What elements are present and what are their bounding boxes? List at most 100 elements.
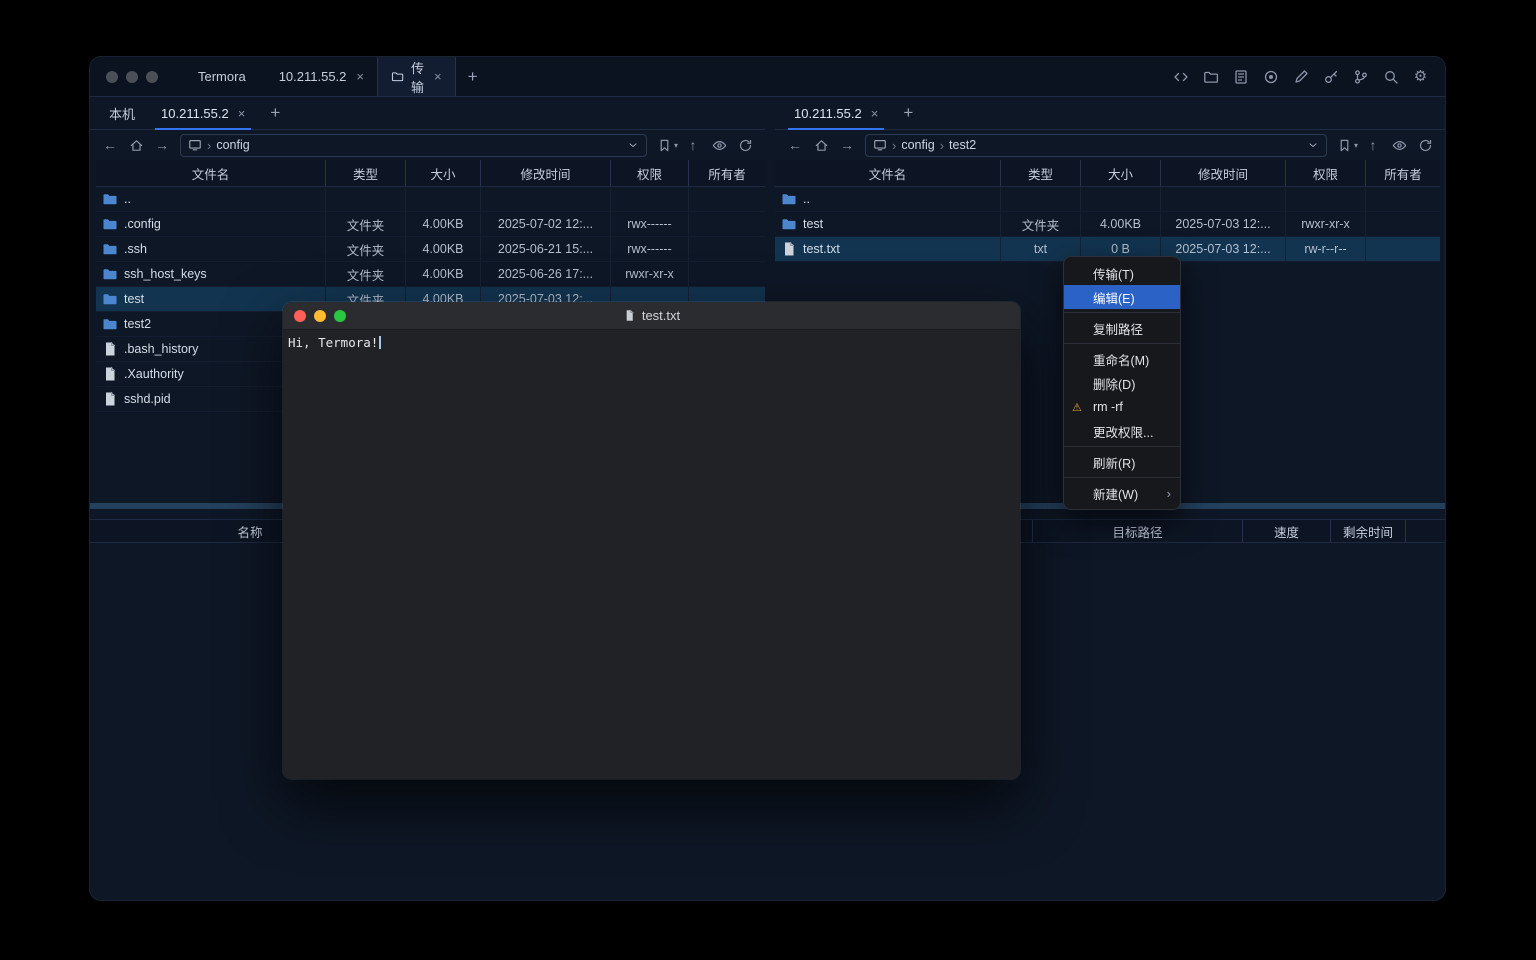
file-type-cell: [1000, 187, 1080, 211]
column-header-3[interactable]: 修改时间: [1160, 160, 1285, 186]
column-header-4[interactable]: 权限: [1285, 160, 1365, 186]
folder-icon: [102, 241, 118, 257]
tab-remote-host[interactable]: 10.211.55.2 ×: [148, 97, 258, 129]
file-perm-cell: rwxr-xr-x: [1285, 212, 1365, 236]
close-icon[interactable]: ×: [434, 70, 442, 83]
menu-separator: [1064, 477, 1180, 478]
transfer-column-header-4[interactable]: 剩余时间: [1330, 520, 1405, 542]
back-icon[interactable]: ←: [98, 133, 122, 157]
chevron-down-icon[interactable]: [1307, 139, 1319, 151]
log-icon[interactable]: [1228, 64, 1253, 89]
tab-host-10-211-55-2[interactable]: 10.211.55.2 ×: [259, 57, 377, 96]
new-pane-tab-button[interactable]: +: [258, 97, 292, 129]
tab-label: Termora: [198, 69, 246, 84]
branch-icon[interactable]: [1348, 64, 1373, 89]
up-directory-icon[interactable]: ↑: [1361, 133, 1385, 157]
transfer-column-header-2[interactable]: 目标路径: [1032, 520, 1242, 542]
file-row[interactable]: ..: [775, 187, 1440, 212]
tab-local[interactable]: 本机: [96, 97, 148, 129]
titlebar[interactable]: Termora 10.211.55.2 × 传输 × + ⚙: [90, 57, 1445, 97]
menu-item[interactable]: ⚠rm -rf: [1064, 395, 1180, 419]
close-icon[interactable]: ×: [871, 107, 879, 120]
maximize-window-button[interactable]: [146, 71, 158, 83]
up-directory-icon[interactable]: ↑: [681, 133, 705, 157]
edit-icon[interactable]: [1288, 64, 1313, 89]
refresh-icon[interactable]: [733, 133, 757, 157]
close-window-button[interactable]: [106, 71, 118, 83]
chevron-down-icon[interactable]: [627, 139, 639, 151]
new-tab-button[interactable]: +: [456, 57, 490, 96]
code-icon[interactable]: [1168, 64, 1193, 89]
folder-icon: [102, 266, 118, 282]
right-breadcrumb[interactable]: ›config›test2: [865, 134, 1327, 157]
menu-item[interactable]: 新建(W)›: [1064, 481, 1180, 505]
settings-icon[interactable]: ⚙: [1408, 64, 1433, 89]
file-size-cell: [1080, 187, 1160, 211]
close-icon[interactable]: ×: [238, 107, 246, 120]
menu-item[interactable]: 编辑(E): [1064, 285, 1180, 309]
menu-item[interactable]: 删除(D): [1064, 371, 1180, 395]
right-file-table: 文件名类型大小修改时间权限所有者 ..test文件夹4.00KB2025-07-…: [775, 160, 1440, 262]
file-row[interactable]: ssh_host_keys文件夹4.00KB2025-06-26 17:...r…: [96, 262, 765, 287]
column-header-5[interactable]: 所有者: [1365, 160, 1440, 186]
menu-item-label: 更改权限...: [1093, 422, 1153, 441]
breadcrumb-item[interactable]: config: [216, 138, 249, 152]
menu-item[interactable]: 重命名(M): [1064, 347, 1180, 371]
column-header-4[interactable]: 权限: [610, 160, 688, 186]
minimize-window-button[interactable]: [126, 71, 138, 83]
new-pane-tab-button[interactable]: +: [891, 97, 925, 129]
record-icon[interactable]: [1258, 64, 1283, 89]
column-header-5[interactable]: 所有者: [688, 160, 765, 186]
menu-item-label: 删除(D): [1093, 374, 1135, 393]
tab-remote-host[interactable]: 10.211.55.2 ×: [781, 97, 891, 129]
submenu-arrow-icon: ›: [1167, 486, 1171, 501]
file-row[interactable]: test文件夹4.00KB2025-07-03 12:...rwxr-xr-x: [775, 212, 1440, 237]
show-hidden-eye-icon[interactable]: [1387, 133, 1411, 157]
file-name: .ssh: [124, 242, 147, 256]
bookmark-dropdown-icon[interactable]: ▾: [1354, 141, 1358, 150]
column-header-1[interactable]: 类型: [1000, 160, 1080, 186]
menu-item[interactable]: 传输(T): [1064, 261, 1180, 285]
menu-item[interactable]: 刷新(R): [1064, 450, 1180, 474]
column-header-0[interactable]: 文件名: [96, 160, 325, 186]
file-row[interactable]: .config文件夹4.00KB2025-07-02 12:...rwx----…: [96, 212, 765, 237]
file-owner-cell: [688, 212, 765, 236]
home-icon[interactable]: [809, 133, 833, 157]
transfer-column-header-3[interactable]: 速度: [1242, 520, 1330, 542]
menu-item[interactable]: 更改权限...: [1064, 419, 1180, 443]
editor-titlebar[interactable]: test.txt: [283, 302, 1020, 330]
column-header-3[interactable]: 修改时间: [480, 160, 610, 186]
home-icon[interactable]: [124, 133, 148, 157]
refresh-icon[interactable]: [1413, 133, 1437, 157]
left-pane-tabs: 本机 10.211.55.2 × +: [90, 97, 765, 130]
close-icon[interactable]: ×: [356, 70, 364, 83]
forward-icon[interactable]: →: [150, 133, 174, 157]
tab-transfer[interactable]: 传输 ×: [377, 57, 456, 96]
column-header-2[interactable]: 大小: [405, 160, 480, 186]
file-name: test2: [124, 317, 151, 331]
computer-icon: [873, 138, 887, 152]
warning-icon: ⚠: [1072, 401, 1082, 414]
transfer-column-header-5[interactable]: [1405, 520, 1445, 542]
column-header-2[interactable]: 大小: [1080, 160, 1160, 186]
tab-label: 10.211.55.2: [794, 106, 862, 121]
show-hidden-eye-icon[interactable]: [707, 133, 731, 157]
folder-icon[interactable]: [1198, 64, 1223, 89]
forward-icon[interactable]: →: [835, 133, 859, 157]
column-header-1[interactable]: 类型: [325, 160, 405, 186]
breadcrumb-item[interactable]: test2: [949, 138, 976, 152]
file-row[interactable]: .ssh文件夹4.00KB2025-06-21 15:...rwx------: [96, 237, 765, 262]
search-icon[interactable]: [1378, 64, 1403, 89]
file-row[interactable]: ..: [96, 187, 765, 212]
tab-home[interactable]: Termora: [178, 57, 259, 96]
key-icon[interactable]: [1318, 64, 1343, 89]
menu-item[interactable]: 复制路径: [1064, 316, 1180, 340]
file-name: ssh_host_keys: [124, 267, 207, 281]
editor-content[interactable]: Hi, Termora!: [283, 330, 1020, 355]
file-modified-cell: 2025-06-26 17:...: [480, 262, 610, 286]
breadcrumb-item[interactable]: config: [901, 138, 934, 152]
back-icon[interactable]: ←: [783, 133, 807, 157]
bookmark-dropdown-icon[interactable]: ▾: [674, 141, 678, 150]
left-breadcrumb[interactable]: ›config: [180, 134, 647, 157]
column-header-0[interactable]: 文件名: [775, 160, 1000, 186]
